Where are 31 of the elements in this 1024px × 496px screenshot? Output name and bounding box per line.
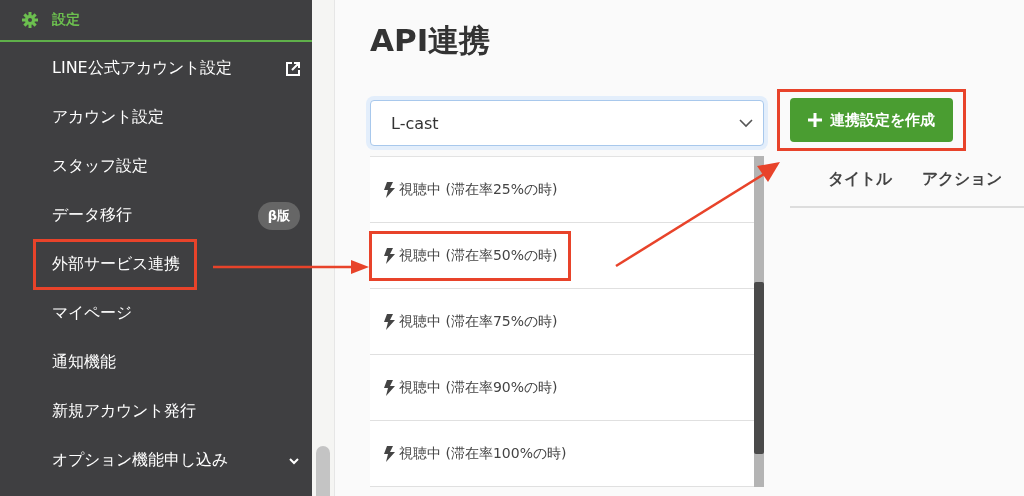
sidebar-item[interactable]: オプション機能申し込み — [52, 450, 228, 471]
page-title: API連携 — [370, 21, 492, 60]
sidebar-item[interactable]: LINE公式アカウント設定 — [52, 58, 232, 79]
lightning-icon — [384, 445, 395, 462]
dropdown-option[interactable]: 視聴中 (滞在率90%の時) — [370, 365, 572, 410]
dropdown-option[interactable]: 視聴中 (滞在率100%の時) — [370, 431, 581, 476]
section-title: 設定 — [52, 11, 80, 29]
lightning-icon — [384, 379, 395, 396]
sidebar-item[interactable]: スタッフ設定 — [52, 156, 148, 177]
column-header: アクション — [922, 169, 1002, 190]
sidebar-item[interactable]: 通知機能 — [52, 352, 116, 373]
sidebar-item[interactable]: データ移行 — [52, 205, 132, 226]
sidebar-item[interactable]: 新規アカウント発行 — [52, 401, 196, 422]
dropdown-option[interactable]: 視聴中 (滞在率75%の時) — [370, 299, 572, 344]
column-header: タイトル — [828, 169, 892, 190]
gear-icon — [22, 12, 38, 28]
lightning-icon — [384, 313, 395, 330]
scrollbar-thumb[interactable] — [754, 282, 764, 454]
scrollbar-thumb[interactable] — [316, 446, 330, 496]
sidebar-item[interactable]: マイページ — [52, 303, 132, 324]
dropdown-option[interactable]: 視聴中 (滞在率25%の時) — [370, 167, 572, 212]
chevron-down-icon — [288, 456, 300, 465]
beta-badge: β版 — [257, 201, 300, 230]
dropdown-option[interactable]: 視聴中 (滞在率50%の時) — [372, 233, 568, 278]
chevron-down-icon — [739, 118, 753, 128]
lightning-icon — [384, 247, 395, 264]
plus-icon — [808, 113, 822, 127]
sidebar-item[interactable]: アカウント設定 — [52, 107, 164, 128]
sidebar-item[interactable]: 外部サービス連携 — [36, 242, 194, 287]
lightning-icon — [384, 181, 395, 198]
external-link-icon — [286, 61, 300, 76]
